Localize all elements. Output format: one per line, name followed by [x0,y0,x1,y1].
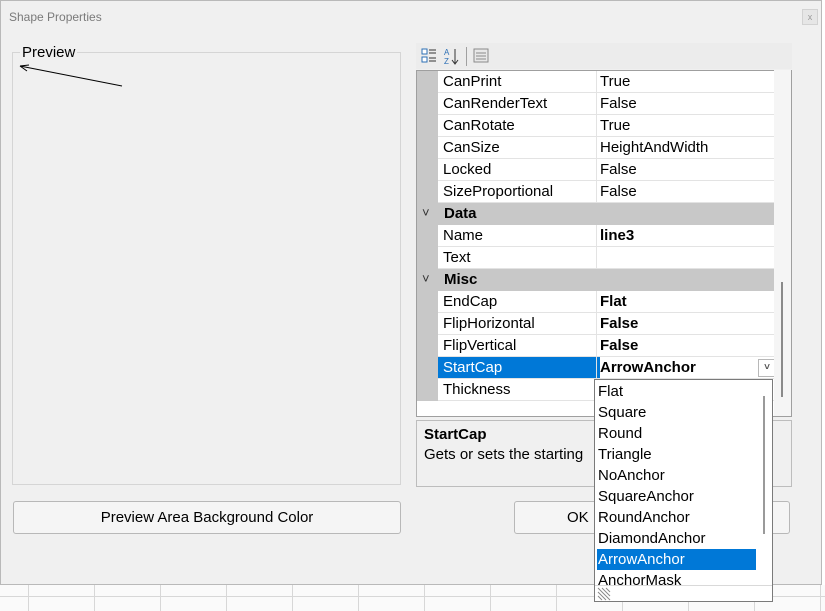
row-margin [417,379,438,401]
help-description: Gets or sets the starting [424,446,584,463]
preview-background-color-button[interactable]: Preview Area Background Color [13,501,401,534]
property-name: CanPrint [438,71,600,93]
row-margin [417,71,438,93]
dropdown-option-selected[interactable]: ArrowAnchor [597,549,756,570]
grid-line [424,585,425,611]
row-margin [417,335,438,357]
row-margin [417,181,438,203]
help-title: StartCap [424,426,487,443]
scrollbar-thumb[interactable] [763,396,765,534]
scrollbar-thumb[interactable] [781,282,783,397]
property-pages-icon[interactable] [473,47,489,65]
dropdown-option[interactable]: DiamondAnchor [597,528,756,549]
property-name: CanSize [438,137,600,159]
grid-line [820,585,821,611]
row-margin [417,357,438,379]
property-row-endcap[interactable]: EndCap Flat [417,291,778,313]
property-name: CanRenderText [438,93,600,115]
property-grid: CanPrint True CanRenderText False CanRot… [416,70,792,417]
row-margin [417,313,438,335]
dropdown-option[interactable]: RoundAnchor [597,507,756,528]
grid-line [490,585,491,611]
property-row-startcap[interactable]: StartCap ArrowAnchor ˅ [417,357,778,379]
category-label: Misc [444,271,478,288]
property-value[interactable]: False [596,93,778,115]
property-name: Name [438,225,600,247]
chevron-down-icon[interactable]: ˅ [422,205,430,220]
property-value[interactable]: False [596,335,778,357]
property-value[interactable] [596,247,778,269]
property-name: StartCap [438,357,600,379]
row-margin [417,291,438,313]
property-value[interactable]: False [596,181,778,203]
property-value: ArrowAnchor [600,359,696,376]
property-row-text[interactable]: Text [417,247,778,269]
dropdown-option[interactable]: Square [597,402,756,423]
row-margin [417,115,438,137]
svg-text:A: A [444,48,450,57]
category-label: Data [444,205,477,222]
row-margin [417,93,438,115]
property-value[interactable]: Flat [596,291,778,313]
svg-text:Z: Z [444,57,449,65]
property-grid-scrollbar[interactable] [774,70,791,416]
startcap-dropdown-list[interactable]: Flat Square Round Triangle NoAnchor Squa… [594,379,773,602]
preview-group [12,52,401,485]
property-value[interactable]: True [596,115,778,137]
property-name: Locked [438,159,600,181]
property-value[interactable]: False [596,159,778,181]
preview-line-shape [19,64,123,87]
dropdown-option[interactable]: Flat [597,381,756,402]
dropdown-option[interactable]: SquareAnchor [597,486,756,507]
property-value[interactable]: True [596,71,778,93]
property-value[interactable]: line3 [596,225,778,247]
dropdown-scrollbar[interactable] [758,380,772,585]
property-row-canrendertext[interactable]: CanRenderText False [417,93,778,115]
property-name: FlipVertical [438,335,600,357]
close-button[interactable]: x [802,9,818,25]
property-row-sizeproportional[interactable]: SizeProportional False [417,181,778,203]
grid-line [226,585,227,611]
property-row-canprint[interactable]: CanPrint True [417,71,778,93]
dropdown-option[interactable]: NoAnchor [597,465,756,486]
title-bar: Shape Properties x [1,1,821,33]
property-value[interactable]: False [596,313,778,335]
dropdown-option[interactable]: Triangle [597,444,756,465]
grid-line [292,585,293,611]
property-row-locked[interactable]: Locked False [417,159,778,181]
grid-line [94,585,95,611]
toolbar-separator [466,47,467,66]
property-name: SizeProportional [438,181,600,203]
category-misc[interactable]: ˅ Misc [417,269,775,291]
alphabetical-sort-icon[interactable]: A Z [443,47,459,65]
property-name: CanRotate [438,115,600,137]
row-margin [417,159,438,181]
grid-line [556,585,557,611]
property-value[interactable]: HeightAndWidth [596,137,778,159]
property-name: Thickness [438,379,600,401]
row-margin [417,137,438,159]
property-row-flipvertical[interactable]: FlipVertical False [417,335,778,357]
property-value-editor[interactable]: ArrowAnchor ˅ [596,357,778,379]
row-margin [417,225,438,247]
window-title: Shape Properties [9,10,102,24]
category-data[interactable]: ˅ Data [417,203,775,225]
property-name: FlipHorizontal [438,313,600,335]
property-row-canrotate[interactable]: CanRotate True [417,115,778,137]
chevron-down-icon[interactable]: ˅ [422,271,430,286]
categorized-icon[interactable] [421,47,437,65]
resize-grip-icon[interactable] [597,587,611,601]
grid-line [160,585,161,611]
property-row-cansize[interactable]: CanSize HeightAndWidth [417,137,778,159]
grid-line [28,585,29,611]
dropdown-option[interactable]: Round [597,423,756,444]
property-row-name[interactable]: Name line3 [417,225,778,247]
property-name: EndCap [438,291,600,313]
resize-grip[interactable] [595,585,772,601]
property-row-fliphorizontal[interactable]: FlipHorizontal False [417,313,778,335]
property-name: Text [438,247,600,269]
grid-line [358,585,359,611]
row-margin [417,247,438,269]
